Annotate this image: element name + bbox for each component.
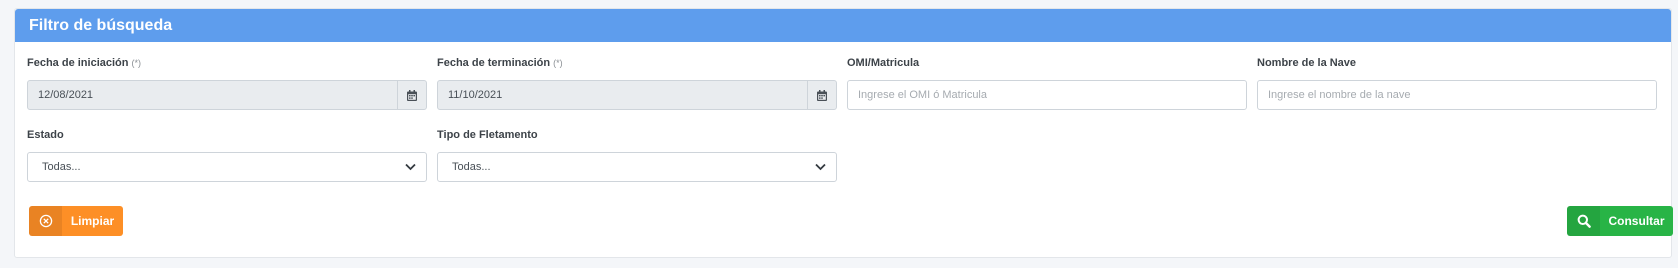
end-date-input[interactable]: 11/10/2021 xyxy=(437,80,808,110)
required-mark: (*) xyxy=(553,58,563,68)
required-mark: (*) xyxy=(131,58,141,68)
start-date-field: Fecha de iniciación (*) 12/08/2021 xyxy=(27,56,427,110)
charter-type-selected-value: Todas... xyxy=(452,161,491,173)
search-button-label: Consultar xyxy=(1608,214,1665,228)
end-date-label: Fecha de terminación (*) xyxy=(437,57,563,69)
card-header: Filtro de búsqueda xyxy=(15,9,1671,42)
circle-x-icon xyxy=(29,206,62,236)
charter-type-field: Tipo de Fletamento Todas... xyxy=(437,128,837,182)
status-label: Estado xyxy=(27,129,64,141)
omi-input[interactable]: Ingrese el OMI ó Matricula xyxy=(847,80,1247,110)
calendar-icon xyxy=(817,89,827,101)
charter-type-select[interactable]: Todas... xyxy=(437,152,837,182)
end-date-calendar-button[interactable] xyxy=(807,80,837,110)
end-date-field: Fecha de terminación (*) 11/10/2021 xyxy=(437,56,837,110)
ship-name-input[interactable]: Ingrese el nombre de la nave xyxy=(1257,80,1657,110)
status-field: Estado Todas... xyxy=(27,128,427,182)
card-title: Filtro de búsqueda xyxy=(29,17,173,34)
search-filter-card: Filtro de búsqueda Fecha de iniciación (*… xyxy=(14,8,1673,258)
ship-name-label: Nombre de la Nave xyxy=(1257,57,1357,69)
start-date-calendar-button[interactable] xyxy=(397,80,427,110)
omi-field: OMI/Matricula Ingrese el OMI ó Matricula xyxy=(847,56,1247,110)
clear-button-label: Limpiar xyxy=(70,214,115,228)
chevron-down-icon xyxy=(815,163,826,171)
chevron-down-icon xyxy=(405,163,416,171)
status-selected-value: Todas... xyxy=(42,161,81,173)
charter-type-label: Tipo de Fletamento xyxy=(437,129,538,141)
calendar-icon xyxy=(407,89,417,101)
search-button[interactable]: Consultar xyxy=(1567,206,1673,236)
omi-label: OMI/Matricula xyxy=(847,57,920,69)
start-date-label: Fecha de iniciación (*) xyxy=(27,57,141,69)
start-date-input[interactable]: 12/08/2021 xyxy=(27,80,398,110)
status-select[interactable]: Todas... xyxy=(27,152,427,182)
ship-name-field: Nombre de la Nave Ingrese el nombre de l… xyxy=(1257,56,1657,110)
clear-button[interactable]: Limpiar xyxy=(29,206,123,236)
search-icon xyxy=(1567,206,1600,236)
